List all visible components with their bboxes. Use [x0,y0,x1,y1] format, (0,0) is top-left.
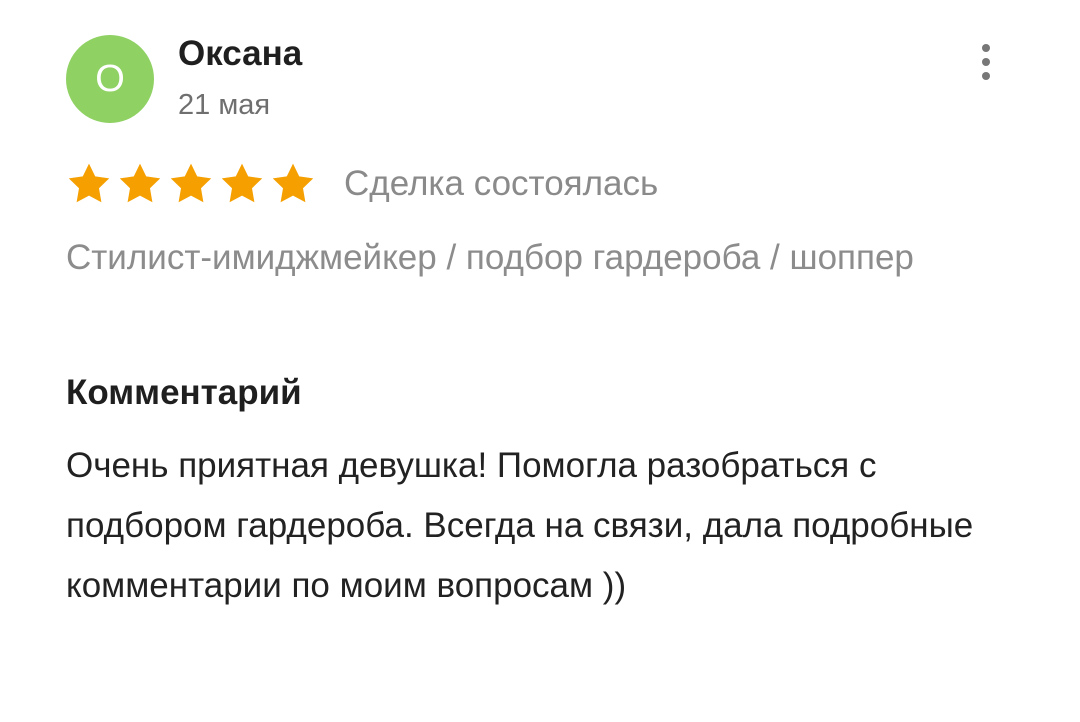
service-name: Стилист-имиджмейкер / подбор гардероба /… [66,238,914,277]
star-icon [170,163,212,203]
rating-row: Сделка состоялась [65,158,658,210]
comment-heading: Комментарий [66,373,302,412]
more-vertical-icon [982,44,990,80]
star-icon [272,163,314,203]
author-name[interactable]: Оксана [178,34,302,74]
deal-status: Сделка состоялась [344,164,659,203]
star-icon [119,163,161,203]
avatar-initial: О [95,58,125,100]
author-avatar[interactable]: О [66,35,154,123]
star-icon [221,163,263,203]
star-icon [68,163,110,203]
comment-text: Очень приятная девушка! Помогла разобрат… [66,446,974,605]
review-date: 21 мая [178,89,271,121]
rating-stars [65,160,317,208]
review-card: О Оксана 21 мая Сделка состоялась Стилис… [0,0,1080,722]
more-options-button[interactable] [968,40,1004,84]
